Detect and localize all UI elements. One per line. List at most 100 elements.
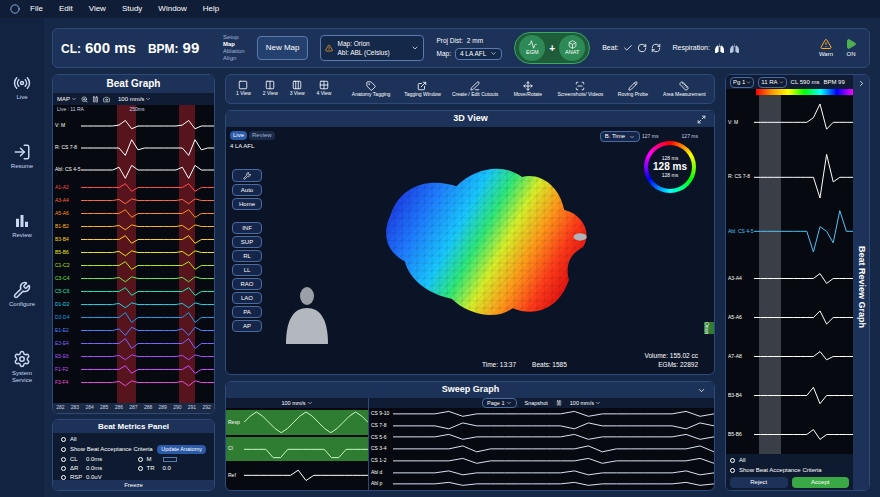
bpm-readout: BPM 99 <box>823 78 844 87</box>
view-button[interactable]: RL <box>232 250 262 262</box>
radio-button[interactable] <box>61 447 66 452</box>
workflow-step[interactable]: Align <box>223 55 245 62</box>
sidebar-item[interactable]: Review <box>2 212 42 239</box>
view-button[interactable]: PA <box>232 306 262 318</box>
pause-icon[interactable] <box>556 400 562 406</box>
radio-button[interactable] <box>61 457 66 462</box>
wrench-icon <box>243 172 251 180</box>
tools-button[interactable] <box>232 169 262 182</box>
radio-button[interactable] <box>730 458 735 463</box>
3d-canvas[interactable]: B. Time127 ms127 ms128 ms128 ms128 msTim… <box>282 127 704 374</box>
tool-button[interactable]: Tagging Window <box>401 81 444 97</box>
workflow-step[interactable]: Setup <box>223 34 245 41</box>
zoom-icon[interactable] <box>81 96 88 103</box>
refresh-icon[interactable] <box>651 43 661 53</box>
map-selector[interactable]: Map: OrionAbl: ABL (Celsius) <box>320 35 424 61</box>
radio-button[interactable] <box>61 437 66 442</box>
view-button[interactable]: RAO <box>232 278 262 290</box>
channel-dropdown[interactable]: 11 RA <box>758 77 786 88</box>
freeze-bar[interactable]: Freeze <box>53 480 214 490</box>
workflow-step[interactable]: Ablation <box>223 48 245 55</box>
tool-button[interactable]: Move/Rotate <box>506 81 549 97</box>
layout-button[interactable]: 4 View <box>315 80 334 98</box>
menu-item[interactable]: Window <box>158 3 186 15</box>
rotate-icon[interactable] <box>637 43 647 53</box>
on-indicator[interactable]: ON <box>845 38 857 59</box>
lungs-icon[interactable] <box>714 43 725 54</box>
radio-button[interactable] <box>61 466 66 471</box>
view-button[interactable]: AP <box>232 320 262 332</box>
egm-button[interactable]: EGM <box>519 35 545 61</box>
annotation-band[interactable] <box>117 105 136 403</box>
sidebar-item[interactable]: Live <box>2 74 42 101</box>
tool-button[interactable]: Roving Probe <box>611 81 654 97</box>
tool-button[interactable]: Create / Edit Cutouts <box>452 81 498 97</box>
trace <box>81 159 214 181</box>
display-dropdown[interactable]: B. Time <box>600 131 640 142</box>
page-dropdown[interactable]: Page 1 <box>482 398 516 408</box>
metric-row[interactable]: M <box>138 455 207 464</box>
collapse-icon[interactable] <box>697 386 706 395</box>
view-button[interactable]: LAO <box>232 292 262 304</box>
tool-button[interactable]: Screenshots/ Videos <box>558 81 604 97</box>
radio-button[interactable] <box>730 468 735 473</box>
tab[interactable]: Review <box>249 131 275 140</box>
view-button[interactable]: SUP <box>232 236 262 248</box>
mode-dropdown[interactable]: MAP <box>57 95 77 104</box>
filter-option[interactable]: All <box>730 456 849 465</box>
pause-icon[interactable] <box>92 96 99 103</box>
page-dropdown[interactable]: Pg 1 <box>730 77 754 88</box>
view-button[interactable]: INF <box>232 222 262 234</box>
radio-button[interactable] <box>138 457 143 462</box>
speed-dropdown[interactable]: 100 mm/s <box>570 399 601 407</box>
anat-button[interactable]: ANAT <box>559 35 585 61</box>
layout-button[interactable]: 1 View <box>234 80 253 98</box>
metric-row[interactable]: ΔR0.0ms <box>61 464 130 473</box>
menu-item[interactable]: Help <box>203 3 219 15</box>
menu-item[interactable]: Study <box>122 3 142 15</box>
menu-item[interactable]: File <box>30 3 43 15</box>
sidebar-item[interactable]: Configure <box>2 281 42 308</box>
expand-icon[interactable] <box>697 115 706 124</box>
update-anatomy-button[interactable]: Update Anatomy <box>157 445 206 453</box>
sidebar-item[interactable]: System Service <box>2 350 42 384</box>
check-icon[interactable] <box>623 43 633 53</box>
new-map-button[interactable]: New Map <box>257 36 309 60</box>
menu-item[interactable]: Edit <box>59 3 73 15</box>
dropdown-icon <box>307 400 313 406</box>
warning-icon <box>820 38 832 50</box>
trace-row: D3-D4 <box>53 311 214 324</box>
time-axis: 282283284285286287288289290291292 <box>53 403 214 413</box>
tool-button[interactable]: Area Measurement <box>663 81 706 97</box>
camera-icon[interactable] <box>103 96 110 103</box>
review-window[interactable] <box>759 95 781 454</box>
review-button[interactable]: Reject <box>730 477 788 488</box>
heart-map[interactable] <box>372 155 597 330</box>
filter-option[interactable]: Show Beat Acceptance Criteria <box>730 466 849 475</box>
layout-button[interactable]: 3 View <box>288 80 307 98</box>
metric-row[interactable]: CL0.0ms <box>61 455 130 464</box>
menu-item[interactable]: View <box>89 3 106 15</box>
tab[interactable]: Live <box>230 131 247 140</box>
trace <box>754 95 853 150</box>
lungs-icon[interactable] <box>729 43 740 54</box>
layout-button[interactable]: 2 View <box>261 80 280 98</box>
map-dropdown[interactable]: 4 LA AFL <box>455 48 502 60</box>
speed-dropdown[interactable]: 100 mm/s <box>118 95 151 104</box>
workflow-step[interactable]: Map <box>223 41 245 48</box>
metric-row[interactable]: TR0.0 <box>138 464 207 473</box>
sidebar-item[interactable]: Resume <box>2 143 42 170</box>
live-channel-label: Live : 11 RA <box>57 106 84 114</box>
expand-icon[interactable] <box>857 79 866 88</box>
nav-button[interactable]: Auto <box>232 184 262 196</box>
view-button[interactable]: LL <box>232 264 262 276</box>
mode-toggle[interactable]: EGM+ANAT <box>514 32 590 64</box>
nav-button[interactable]: Home <box>232 198 262 210</box>
speed-dropdown[interactable]: 100 mm/s <box>281 399 312 407</box>
snapshot-button[interactable]: Snapshot <box>525 399 548 407</box>
side-tab[interactable]: Orion <box>704 322 714 334</box>
review-button[interactable]: Accept <box>792 477 850 488</box>
tool-button[interactable]: Anatomy Tagging <box>349 81 392 97</box>
radio-button[interactable] <box>138 466 143 471</box>
trace-row: R: CS 7-8 <box>726 150 853 205</box>
